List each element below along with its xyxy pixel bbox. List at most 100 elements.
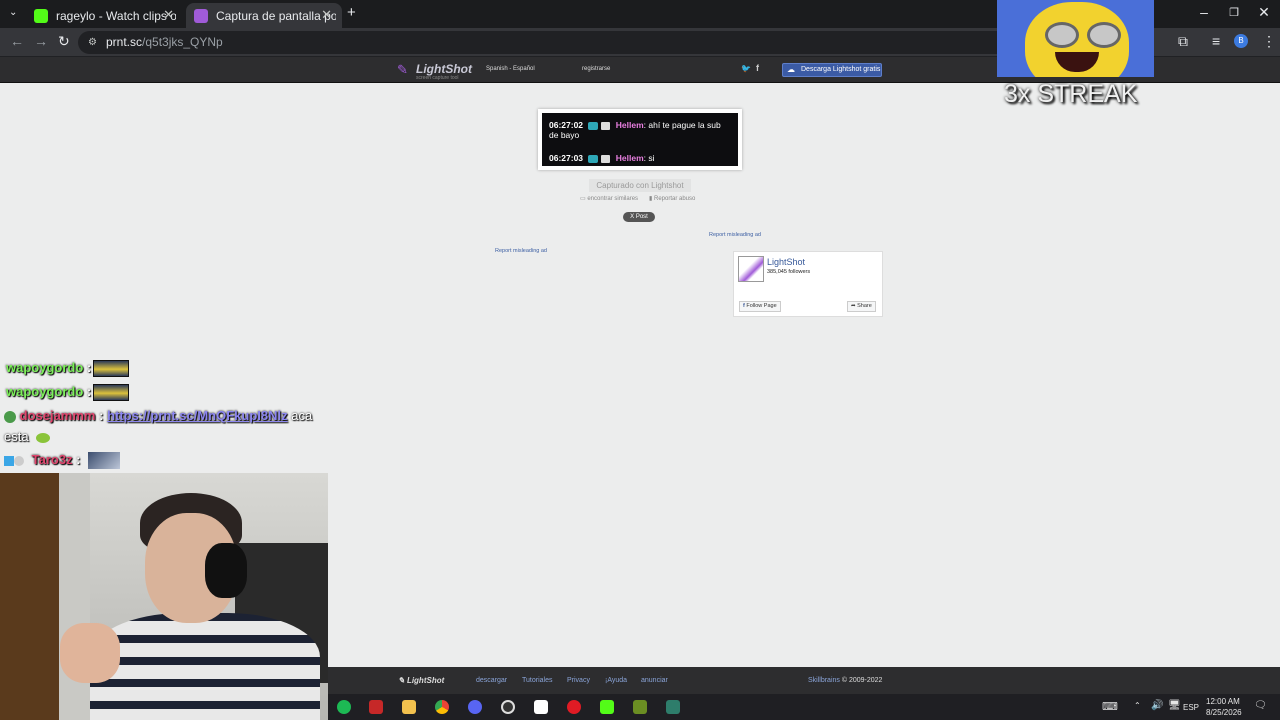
new-tab-button[interactable]: +: [347, 4, 356, 21]
window-close-icon[interactable]: ✕: [1249, 4, 1279, 21]
share-icon: ➦: [851, 303, 856, 309]
menu-icon[interactable]: ⋮: [1262, 33, 1276, 50]
streak-label: 3x STREAK: [1004, 80, 1138, 108]
footer-logo[interactable]: ✎ LightShot: [398, 676, 444, 685]
chat-text: aca: [287, 408, 313, 423]
logo-text: LightShot: [416, 62, 472, 76]
notification-icon[interactable]: 🗨: [1254, 700, 1267, 711]
chat-line: 06:27:02 Hellem: ahí te pague la sub de …: [549, 120, 731, 140]
footer-link-download[interactable]: descargar: [476, 677, 507, 684]
follow-page-button[interactable]: f Follow Page: [739, 301, 781, 312]
tab-kick[interactable]: rageylo - Watch clips on Kick ✕: [26, 3, 184, 28]
opera-icon[interactable]: [567, 700, 581, 714]
media-icon[interactable]: ≡: [1212, 33, 1220, 49]
image-icon: ▭: [580, 196, 586, 202]
feather-icon: ✎: [398, 676, 405, 685]
kick-icon[interactable]: [600, 700, 614, 714]
close-tab-icon[interactable]: ✕: [163, 7, 174, 23]
maximize-icon[interactable]: ❐: [1219, 6, 1249, 19]
kick-favicon-icon: [34, 8, 48, 23]
overlay-chat-line: Taro3z :: [4, 452, 81, 467]
find-similar-link[interactable]: ▭ encontrar similares: [580, 195, 638, 202]
network-icon[interactable]: 🖥: [1168, 700, 1181, 711]
report-ad-link[interactable]: Report misleading ad: [709, 232, 761, 238]
page-avatar[interactable]: [738, 256, 764, 282]
clock-time[interactable]: 12:00 AM: [1206, 697, 1240, 706]
language-select[interactable]: Spanish - Español: [486, 66, 535, 72]
url-domain: prnt.sc: [106, 35, 143, 49]
user-badge-icon: [4, 410, 16, 423]
follow-label: Follow Page: [746, 303, 777, 309]
chat-emote: [88, 452, 120, 469]
chat-user: wapoygordo: [6, 384, 84, 399]
chat-text: esta: [4, 429, 29, 444]
facebook-icon: f: [743, 303, 745, 309]
taskbar: ⌨ ⌃ 🔊 🖥 ESP 12:00 AM 8/25/2026 🗨: [328, 694, 1280, 720]
chrome-icon[interactable]: [435, 700, 449, 714]
tab-lightshot[interactable]: Captura de pantalla por Lightshot ✕: [186, 3, 342, 28]
copyright-text: © 2009-2022: [839, 677, 883, 684]
spotify-icon[interactable]: [337, 700, 351, 714]
chevron-up-icon[interactable]: ⌃: [1134, 701, 1141, 710]
webcam-feed: [0, 473, 328, 720]
address-bar[interactable]: ⚙ prnt.sc/q5t3jks_QYNp: [78, 31, 1138, 54]
profile-avatar[interactable]: B: [1234, 34, 1248, 48]
language-indicator[interactable]: ESP: [1183, 703, 1199, 712]
share-button[interactable]: ➦ Share: [847, 301, 876, 312]
tab-search-icon[interactable]: ⌄: [9, 7, 17, 18]
screenshot-image[interactable]: 06:27:02 Hellem: ahí te pague la sub de …: [538, 109, 742, 170]
twitter-icon[interactable]: 🐦: [741, 64, 751, 73]
file-explorer-icon[interactable]: [402, 700, 416, 714]
chat-time: 06:27:03: [549, 153, 584, 163]
lightshot-footer: ✎ LightShot descargar Tutoriales Privacy…: [328, 667, 1280, 694]
obs-icon[interactable]: [501, 700, 515, 714]
overlay-chat-line: wapoygordo :: [6, 384, 91, 399]
overlay-chat-line: dosejammm : https://prnt.sc/MnQFkupI8Nlz…: [4, 408, 312, 423]
clock-date[interactable]: 8/25/2026: [1206, 708, 1242, 717]
facebook-icon[interactable]: f: [756, 63, 759, 73]
register-link[interactable]: registrarse: [582, 66, 610, 72]
chat-user: wapoygordo: [6, 360, 84, 375]
find-similar-label: encontrar similares: [587, 196, 639, 202]
sub-badge-icon: [588, 154, 599, 163]
site-info-icon[interactable]: ⚙: [88, 31, 97, 54]
keyboard-icon[interactable]: ⌨: [1102, 700, 1118, 713]
lightshot-logo[interactable]: LightShot screen capture tool: [416, 62, 472, 81]
extensions-icon[interactable]: ⧉: [1178, 33, 1188, 50]
capcut-icon[interactable]: [534, 700, 548, 714]
fb-page-name[interactable]: LightShot: [767, 257, 805, 267]
chat-sep: :: [72, 452, 81, 467]
footer-link-advertise[interactable]: anunciar: [641, 677, 668, 684]
footer-link-tutorials[interactable]: Tutoriales: [522, 677, 552, 684]
report-abuse-label: Reportar abuso: [653, 196, 696, 202]
app-icon[interactable]: [633, 700, 647, 714]
fb-followers: 385,045 followers: [767, 269, 811, 275]
footer-link-help[interactable]: ¡Ayuda: [605, 677, 627, 684]
flag-icon: ▮: [649, 196, 653, 202]
chat-line: 06:27:03 Hellem: si: [549, 153, 655, 163]
mail-badge-icon: [601, 121, 611, 130]
chat-time: 06:27:02: [549, 120, 584, 130]
tab-title: Captura de pantalla por Lightshot: [216, 8, 336, 23]
url-path: /q5t3jks_QYNp: [142, 35, 223, 49]
discord-icon[interactable]: [468, 700, 482, 714]
download-button[interactable]: ☁ Descarga Lightshot gratis: [782, 63, 882, 77]
chat-user: Hellem: [615, 153, 644, 163]
minimize-icon[interactable]: –: [1189, 4, 1219, 20]
close-tab-icon[interactable]: ✕: [321, 7, 332, 23]
chat-sep: :: [95, 408, 104, 423]
volume-icon[interactable]: 🔊: [1151, 700, 1163, 711]
user-badge-icon: [4, 455, 14, 466]
reload-icon[interactable]: ↻: [58, 33, 70, 50]
x-post-button[interactable]: X Post: [623, 212, 655, 222]
skillbrains-link[interactable]: Skillbrains: [808, 677, 840, 684]
lightshot-favicon-icon: [194, 8, 208, 23]
footer-link-privacy[interactable]: Privacy: [567, 677, 590, 684]
voice-app-icon[interactable]: [369, 700, 383, 714]
chat-link[interactable]: https://prnt.sc/MnQFkupI8Nlz: [107, 408, 288, 423]
app-icon[interactable]: [666, 700, 680, 714]
back-icon[interactable]: ←: [10, 33, 24, 49]
report-abuse-link[interactable]: ▮ Reportar abuso: [649, 195, 695, 202]
report-ad-link[interactable]: Report misleading ad: [495, 248, 547, 254]
forward-icon[interactable]: →: [34, 33, 48, 49]
